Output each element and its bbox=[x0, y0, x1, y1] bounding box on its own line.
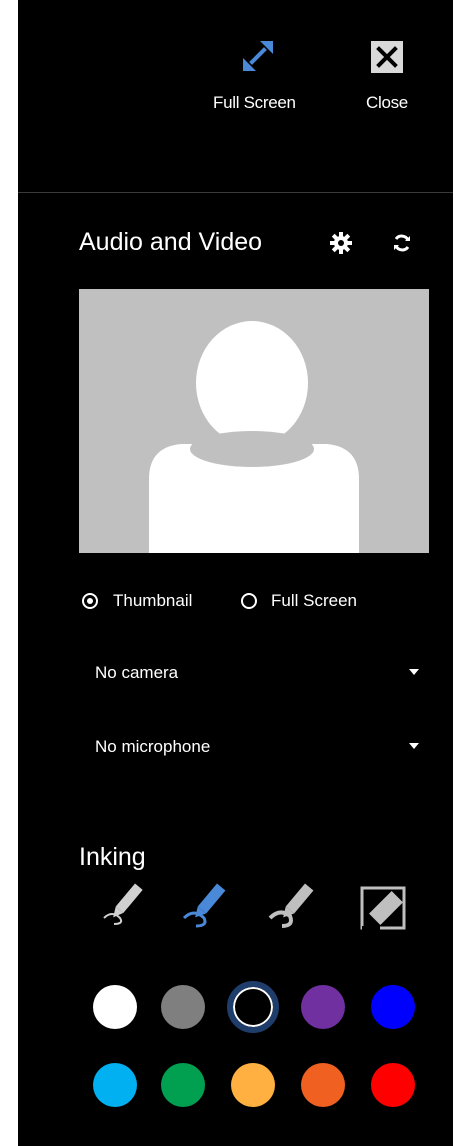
side-panel: Full Screen Close Audio and Video Thumbn… bbox=[18, 0, 453, 1146]
thumbnail-radio[interactable] bbox=[82, 593, 98, 609]
pen-erase-icon bbox=[268, 883, 314, 928]
color-swatch[interactable] bbox=[301, 1063, 345, 1107]
person-silhouette-icon bbox=[149, 321, 359, 553]
color-swatch[interactable] bbox=[371, 985, 415, 1029]
close-x-icon bbox=[371, 41, 403, 73]
expand-arrows-icon bbox=[243, 41, 273, 71]
eraser-icon bbox=[360, 886, 406, 930]
chevron-down-icon bbox=[409, 669, 419, 675]
color-swatch[interactable] bbox=[93, 985, 137, 1029]
video-preview bbox=[79, 289, 429, 553]
pen-tool-button[interactable] bbox=[94, 878, 150, 934]
chevron-down-icon bbox=[409, 743, 419, 749]
pen-erase-tool-button[interactable] bbox=[264, 878, 320, 934]
fullscreen-button[interactable]: Full Screen bbox=[210, 34, 320, 114]
thumbnail-label: Thumbnail bbox=[113, 591, 193, 610]
close-label: Close bbox=[366, 93, 408, 112]
color-swatch[interactable] bbox=[161, 985, 205, 1029]
inking-title: Inking bbox=[79, 843, 146, 871]
highlighter-tool-button[interactable] bbox=[176, 878, 232, 934]
color-swatch[interactable] bbox=[227, 981, 279, 1033]
color-swatch[interactable] bbox=[231, 1063, 275, 1107]
pen-icon bbox=[103, 883, 143, 925]
eraser-tool-button[interactable] bbox=[358, 878, 414, 934]
audio-video-title: Audio and Video bbox=[79, 228, 263, 256]
fullscreen-radio[interactable] bbox=[241, 593, 257, 609]
thumbnail-option[interactable]: Thumbnail bbox=[79, 590, 219, 614]
fullscreen-label: Full Screen bbox=[213, 93, 296, 112]
highlighter-icon bbox=[182, 883, 226, 928]
color-swatch[interactable] bbox=[371, 1063, 415, 1107]
color-swatch[interactable] bbox=[161, 1063, 205, 1107]
color-swatch[interactable] bbox=[93, 1063, 137, 1107]
fullscreen-option-label: Full Screen bbox=[271, 591, 357, 610]
camera-select-value: No camera bbox=[95, 663, 179, 682]
fullscreen-option[interactable]: Full Screen bbox=[238, 590, 388, 614]
close-button[interactable]: Close bbox=[358, 34, 418, 114]
camera-select[interactable]: No camera bbox=[79, 652, 429, 692]
microphone-select[interactable]: No microphone bbox=[79, 726, 429, 766]
refresh-icon[interactable] bbox=[393, 234, 411, 252]
gear-icon[interactable] bbox=[330, 232, 352, 254]
section-divider bbox=[18, 192, 453, 193]
microphone-select-value: No microphone bbox=[95, 737, 211, 756]
color-swatch[interactable] bbox=[301, 985, 345, 1029]
